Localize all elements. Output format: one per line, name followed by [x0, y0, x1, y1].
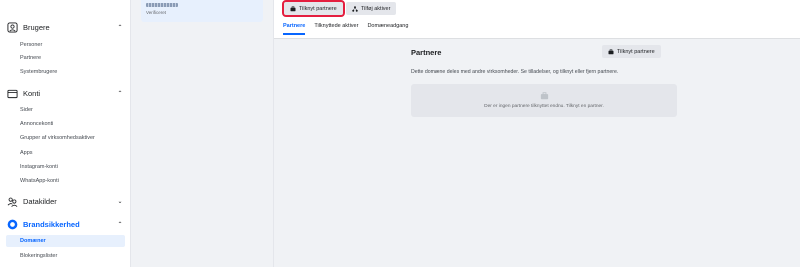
partners-panel: Partnere Tilknyt partnere Dette domæne d… — [402, 45, 682, 135]
redacted-domain-name — [146, 3, 178, 7]
shield-icon — [6, 218, 18, 230]
folder-icon — [6, 87, 18, 99]
sidebar-item-whatsapp[interactable]: WhatsApp-konti — [6, 175, 125, 187]
sidebar-group-label: Brugere — [23, 22, 50, 32]
tab-domaeneadgang[interactable]: Domæneadgang — [367, 23, 408, 35]
sidebar-item-grupper[interactable]: Grupper af virksomhedsaktiver — [6, 132, 125, 144]
chevron-down-icon[interactable]: ⌄ — [115, 198, 125, 205]
users-icon — [6, 21, 18, 33]
briefcase-icon — [540, 92, 549, 100]
chevron-up-icon[interactable]: ⌃ — [115, 90, 125, 97]
sidebar-item-blokeringslister[interactable]: Blokeringslister — [6, 250, 125, 262]
chevron-up-icon[interactable]: ⌃ — [115, 221, 125, 228]
sidebar-group-label: Datakilder — [23, 196, 57, 206]
sidebar-group-label: Konti — [23, 88, 41, 98]
chevron-up-icon[interactable]: ⌃ — [115, 24, 125, 31]
main-content: Tilknyt partnere Tilføj aktiver Partnere… — [274, 0, 800, 267]
sidebar-item-domaener[interactable]: Domæner — [6, 235, 125, 247]
panel-description: Dette domæne deles med andre virksomhede… — [411, 69, 619, 75]
tab-tilknyttede-aktiver[interactable]: Tilknyttede aktiver — [314, 23, 358, 35]
people-group-icon — [6, 195, 18, 207]
sidebar-item-instagram[interactable]: Instagram-konti — [6, 161, 125, 173]
sidebar-group-label: Brandsikkerhed — [23, 219, 80, 229]
panel-connect-partner-label: Tilknyt partnere — [617, 48, 655, 55]
verified-status: Verificeret — [146, 10, 167, 15]
panel-connect-partner-button[interactable]: Tilknyt partnere — [602, 45, 661, 58]
hierarchy-icon — [352, 5, 358, 12]
briefcase-icon — [608, 48, 614, 55]
add-assets-button[interactable]: Tilføj aktiver — [346, 2, 397, 15]
sidebar-item-partnere[interactable]: Partnere — [6, 52, 125, 64]
left-sidebar: Brugere ⌃ Personer Partnere Systembruger… — [0, 0, 131, 267]
domain-asset-card[interactable]: Verificeret — [141, 0, 263, 22]
empty-state-text: Der er ingen partnere tilknyttet endnu. … — [484, 104, 604, 109]
sidebar-item-annoncekonti[interactable]: Annoncekonti — [6, 118, 125, 130]
briefcase-icon — [290, 5, 296, 12]
sidebar-item-apps[interactable]: Apps — [6, 147, 125, 159]
sidebar-group-datakilder[interactable]: Datakilder ⌄ — [6, 191, 125, 211]
sidebar-group-konti[interactable]: Konti ⌃ — [6, 83, 125, 103]
panel-title: Partnere — [411, 48, 442, 57]
tab-partnere[interactable]: Partnere — [283, 23, 306, 35]
sidebar-item-systembrugere[interactable]: Systembrugere — [6, 66, 125, 78]
connect-partner-button[interactable]: Tilknyt partnere — [282, 0, 345, 17]
add-assets-label: Tilføj aktiver — [361, 5, 391, 12]
empty-state: Der er ingen partnere tilknyttet endnu. … — [411, 84, 677, 117]
tab-bar: Partnere Tilknyttede aktiver Domæneadgan… — [283, 23, 408, 35]
connect-partner-label: Tilknyt partnere — [299, 5, 337, 12]
sidebar-item-sider[interactable]: Sider — [6, 104, 125, 116]
asset-list-column: Verificeret — [131, 0, 274, 267]
content-header: Tilknyt partnere Tilføj aktiver Partnere… — [274, 0, 800, 39]
sidebar-group-brugere[interactable]: Brugere ⌃ — [6, 17, 125, 37]
sidebar-group-brandsikkerhed[interactable]: Brandsikkerhed ⌃ — [6, 214, 125, 234]
sidebar-item-personer[interactable]: Personer — [6, 39, 125, 51]
